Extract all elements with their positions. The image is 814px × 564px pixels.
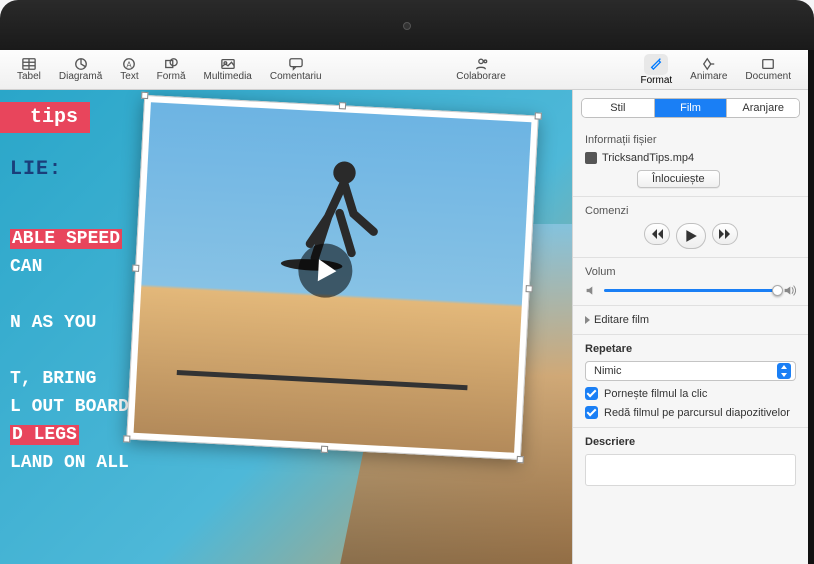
chevron-right-icon: [585, 316, 590, 324]
format-icon: [648, 56, 664, 70]
title-chip: tips: [0, 102, 90, 133]
selection-handle[interactable]: [320, 446, 327, 453]
laptop-right-bezel: [808, 50, 814, 564]
selection-handle[interactable]: [123, 435, 130, 442]
checkbox-label: Redă filmul pe parcursul diapozitivelor: [604, 407, 790, 419]
section-file-info: Informații fișier TricksandTips.mp4 Înlo…: [573, 126, 808, 197]
fastforward-button[interactable]: [712, 223, 738, 245]
toolbar-animare[interactable]: Animare: [681, 57, 736, 82]
table-icon: [21, 57, 37, 71]
volume-slider[interactable]: [604, 289, 777, 292]
tab-aranjare[interactable]: Aranjare: [727, 99, 799, 117]
format-inspector: Stil Film Aranjare Informații fișier Tri…: [572, 90, 808, 564]
collaborate-icon: [473, 57, 489, 71]
toolbar-label: Format: [641, 75, 673, 86]
play-icon: [684, 229, 698, 243]
replace-button[interactable]: Înlocuiește: [637, 170, 720, 188]
subtitle-text: LIE:: [10, 158, 62, 181]
toolbar-format[interactable]: Format: [632, 54, 682, 86]
checkbox-icon: [585, 387, 598, 400]
video-object[interactable]: [126, 95, 539, 460]
toolbar-diagrama[interactable]: Diagramă: [50, 57, 111, 82]
toolbar-text[interactable]: A Text: [111, 57, 147, 82]
section-edit-movie: Editare film: [573, 306, 808, 335]
shape-icon: [163, 57, 179, 71]
app-window: Tabel Diagramă A Text Formă Multimedia C…: [0, 50, 808, 564]
volume-high-icon: [783, 284, 796, 297]
svg-text:A: A: [127, 61, 133, 70]
selection-handle[interactable]: [526, 285, 533, 292]
toolbar-label: Diagramă: [59, 71, 102, 82]
selection-handle[interactable]: [338, 102, 345, 109]
fastforward-icon: [719, 228, 731, 240]
checkbox-label: Pornește filmul la clic: [604, 388, 707, 400]
play-icon: [317, 259, 336, 282]
text-icon: A: [121, 57, 137, 71]
selection-handle[interactable]: [141, 92, 148, 99]
slide-canvas[interactable]: tips LIE: ABLE SPEED CAN N AS YOU T, BRI…: [0, 90, 572, 564]
toolbar-forma[interactable]: Formă: [148, 57, 195, 82]
checkbox-start-on-click[interactable]: Pornește filmul la clic: [585, 387, 796, 400]
selection-handle[interactable]: [132, 264, 139, 271]
toolbar-multimedia[interactable]: Multimedia: [195, 57, 261, 82]
toolbar-tabel[interactable]: Tabel: [8, 57, 50, 82]
toolbar-document[interactable]: Document: [736, 57, 800, 82]
volume-low-icon: [585, 284, 598, 297]
description-label: Descriere: [585, 436, 796, 448]
edit-movie-label: Editare film: [594, 314, 649, 326]
toolbar-label: Colaborare: [456, 71, 505, 82]
file-icon: [585, 152, 597, 164]
checkbox-play-across-slides[interactable]: Redă filmul pe parcursul diapozitivelor: [585, 406, 796, 419]
tab-stil[interactable]: Stil: [582, 99, 655, 117]
play-button[interactable]: [676, 223, 706, 249]
repeat-value: Nimic: [594, 365, 622, 377]
toolbar-comentariu[interactable]: Comentariu: [261, 57, 331, 82]
select-arrows-icon: [777, 363, 791, 379]
main-toolbar: Tabel Diagramă A Text Formă Multimedia C…: [0, 50, 808, 90]
section-volume: Volum: [573, 258, 808, 306]
media-icon: [220, 57, 236, 71]
controls-label: Comenzi: [585, 205, 796, 217]
camera-dot: [403, 22, 411, 30]
file-name: TricksandTips.mp4: [602, 152, 694, 164]
toolbar-label: Multimedia: [204, 71, 252, 82]
file-info-label: Informații fișier: [585, 134, 796, 146]
rail-graphic: [177, 370, 468, 390]
selection-handle[interactable]: [535, 112, 542, 119]
body-text: ABLE SPEED CAN N AS YOU T, BRING L OUT B…: [10, 225, 129, 477]
toolbar-label: Tabel: [17, 71, 41, 82]
comment-icon: [288, 57, 304, 71]
toolbar-label: Document: [745, 71, 791, 82]
toolbar-label: Formă: [157, 71, 186, 82]
toolbar-label: Animare: [690, 71, 727, 82]
section-description: Descriere: [573, 428, 808, 494]
volume-label: Volum: [585, 266, 796, 278]
toolbar-colaborare[interactable]: Colaborare: [447, 57, 514, 82]
animate-icon: [701, 57, 717, 71]
rewind-button[interactable]: [644, 223, 670, 245]
section-repeat: Repetare Nimic Pornește filmul la clic R…: [573, 335, 808, 428]
laptop-bezel: [0, 0, 814, 50]
inspector-tabs: Stil Film Aranjare: [581, 98, 800, 118]
section-controls: Comenzi: [573, 197, 808, 258]
selection-handle[interactable]: [517, 456, 524, 463]
file-row: TricksandTips.mp4: [585, 152, 796, 164]
document-icon: [760, 57, 776, 71]
rewind-icon: [651, 228, 663, 240]
repeat-label: Repetare: [585, 343, 796, 355]
volume-thumb[interactable]: [772, 285, 783, 296]
description-textarea[interactable]: [585, 454, 796, 486]
toolbar-label: Text: [120, 71, 138, 82]
repeat-select[interactable]: Nimic: [585, 361, 796, 381]
toolbar-label: Comentariu: [270, 71, 322, 82]
chart-icon: [73, 57, 89, 71]
edit-movie-disclosure[interactable]: Editare film: [585, 314, 796, 326]
checkbox-icon: [585, 406, 598, 419]
tab-film[interactable]: Film: [655, 99, 728, 117]
